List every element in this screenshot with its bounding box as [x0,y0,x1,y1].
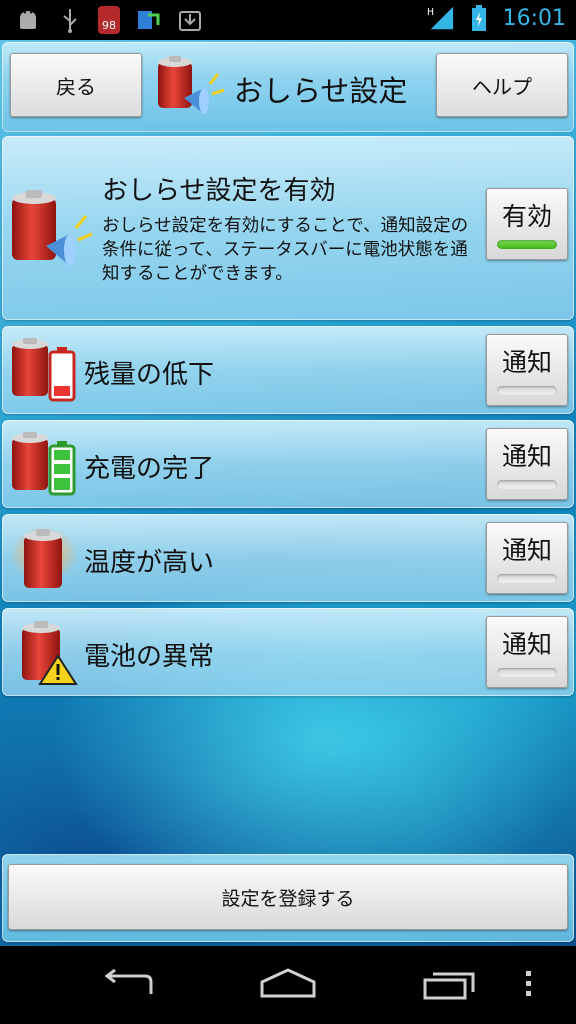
battery-full-icon [10,430,80,498]
network-type: H [427,7,434,18]
battery-app-icon: 98 [98,6,120,34]
toggle-label: 有効 [501,202,552,231]
sync-icon [134,6,162,34]
android-debug-icon [14,6,42,34]
notify-toggle-battery-error[interactable]: 通知 [486,616,568,688]
register-settings-button[interactable]: 設定を登録する [8,864,568,930]
master-setting-panel: おしらせ設定を有効 おしらせ設定を有効にすることで、通知設定の条件に従って、ステ… [2,136,574,320]
battery-notify-icon [8,186,96,270]
toggle-indicator [497,240,557,249]
help-button[interactable]: ヘルプ [436,53,568,117]
notify-label: 電池の異常 [84,642,215,672]
status-bar: 98 H 16:01 [0,0,576,40]
master-setting-title: おしらせ設定を有効 [102,176,336,206]
notify-row-low-battery: 残量の低下 通知 [2,326,574,414]
master-enable-toggle[interactable]: 有効 [486,188,568,260]
notify-row-high-temperature: 温度が高い 通知 [2,514,574,602]
page-title: おしらせ設定 [234,74,408,108]
notify-row-charge-complete: 充電の完了 通知 [2,420,574,508]
master-setting-description: おしらせ設定を有効にすることで、通知設定の条件に従って、ステータスバーに電池状態… [102,216,469,284]
notify-row-battery-error: 電池の異常 通知 [2,608,574,696]
back-button[interactable]: 戻る [10,53,142,117]
notify-toggle-low-battery[interactable]: 通知 [486,334,568,406]
clock: 16:01 [502,5,566,31]
toggle-label: 通知 [501,630,552,659]
usb-icon [56,6,84,34]
toggle-indicator [497,480,557,489]
back-nav-icon[interactable] [98,964,158,1004]
toggle-indicator [497,386,557,395]
navigation-bar [0,946,576,1024]
footer-bar: 設定を登録する [2,854,574,942]
battery-icon [465,4,493,32]
download-icon [176,6,204,34]
toggle-label: 通知 [501,348,552,377]
app-content: 戻る おしらせ設定 ヘルプ おしらせ設定を有効 おしらせ設定を有効にすることで、… [0,40,576,946]
notify-label: 残量の低下 [84,360,215,390]
toggle-indicator [497,668,557,677]
battery-notify-icon [154,54,226,118]
signal-icon: H [427,4,455,32]
home-nav-icon[interactable] [258,964,318,1004]
notify-toggle-high-temperature[interactable]: 通知 [486,522,568,594]
toggle-label: 通知 [501,536,552,565]
header-bar: 戻る おしらせ設定 ヘルプ [2,42,574,132]
menu-overflow-icon[interactable] [514,964,544,1004]
recent-apps-nav-icon[interactable] [420,964,480,1004]
battery-low-icon [10,336,80,404]
battery-warning-icon [10,618,80,686]
notify-label: 充電の完了 [84,454,215,484]
toggle-indicator [497,574,557,583]
notify-toggle-charge-complete[interactable]: 通知 [486,428,568,500]
notify-label: 温度が高い [84,548,215,578]
toggle-label: 通知 [501,442,552,471]
battery-hot-icon [10,524,80,592]
